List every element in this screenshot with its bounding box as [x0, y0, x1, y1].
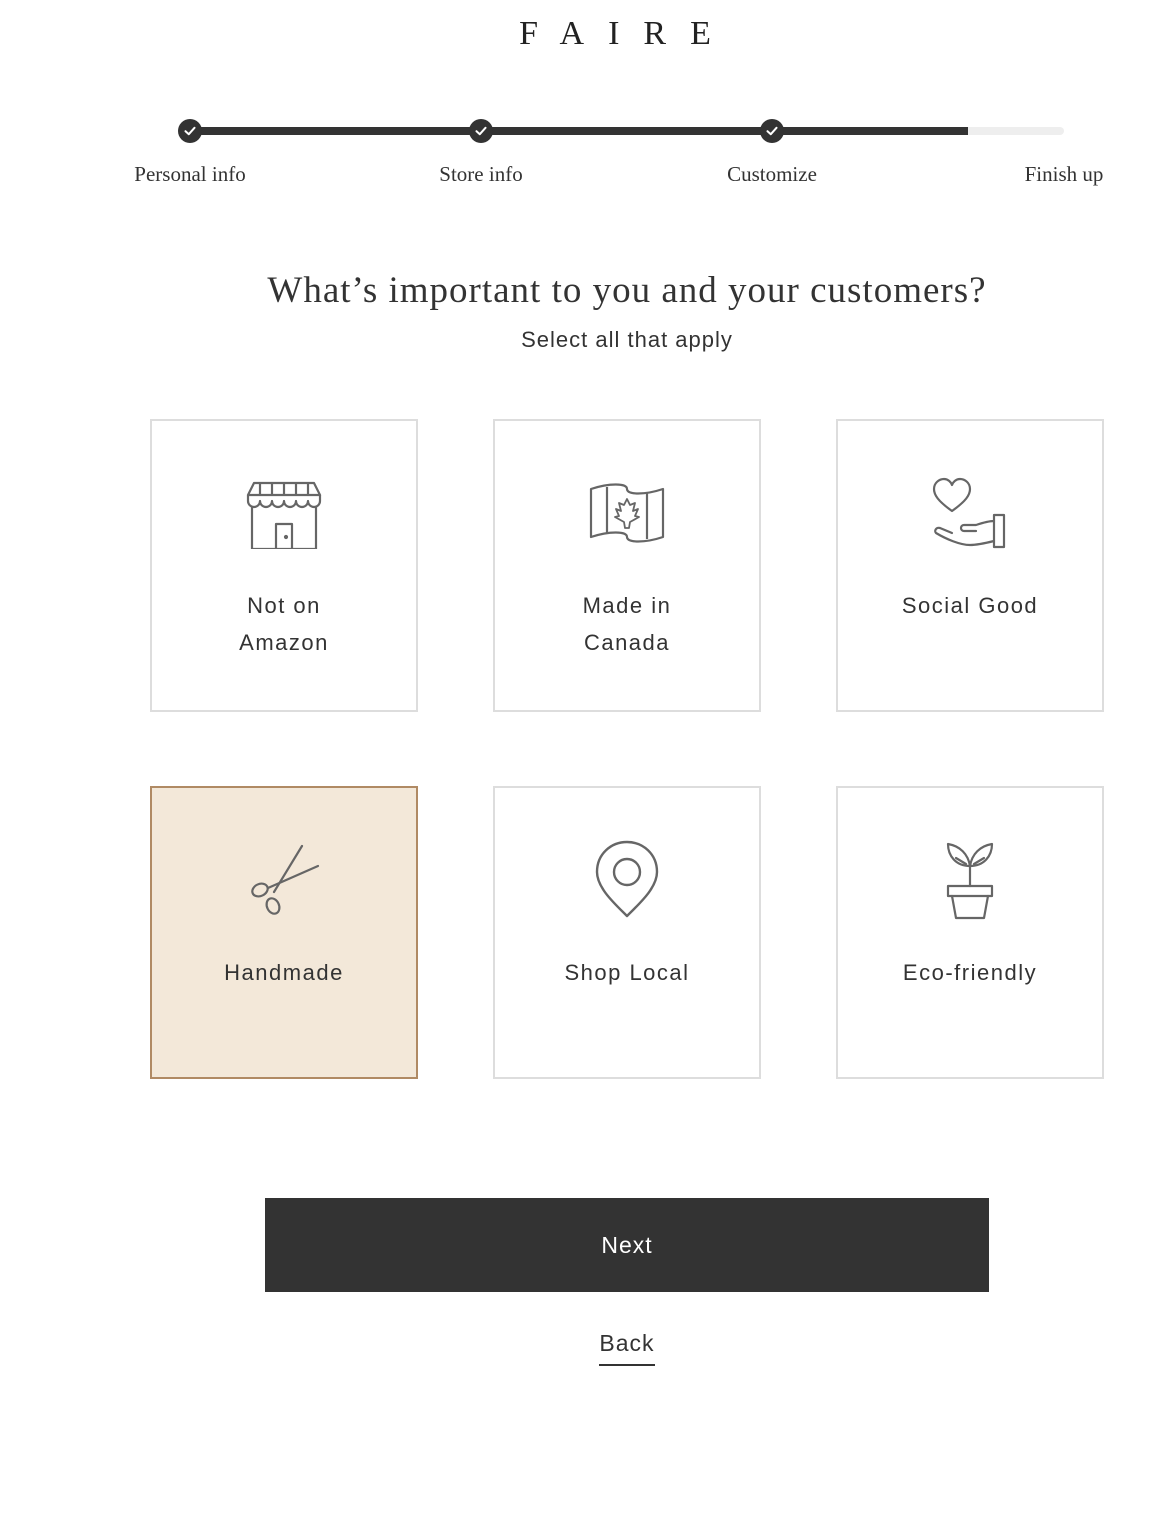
storefront-icon: [152, 473, 416, 553]
progress-track: [190, 127, 1064, 135]
next-button[interactable]: Next: [265, 1198, 989, 1292]
page-subtitle: Select all that apply: [521, 327, 733, 352]
progress-track-fill: [190, 127, 968, 135]
step-label-personal-info: Personal info: [134, 162, 246, 186]
option-label: Handmade: [224, 960, 344, 985]
step-customize-check-icon: [760, 119, 784, 143]
step-personal-info-check-icon: [178, 119, 202, 143]
options-grid: Not on Amazon Made in Canada Social Good…: [150, 419, 1105, 1079]
scissors-icon: [152, 840, 416, 920]
option-label: Shop Local: [564, 960, 690, 985]
option-card-not-on-amazon[interactable]: Not on Amazon: [150, 419, 418, 712]
map-pin-icon: [495, 840, 759, 920]
option-label: Not on Amazon: [239, 593, 329, 655]
plant-icon: [838, 840, 1102, 920]
step-label-customize: Customize: [727, 162, 817, 186]
canada-flag-icon: [495, 473, 759, 553]
option-card-eco-friendly[interactable]: Eco-friendly: [836, 786, 1104, 1079]
option-label: Made in Canada: [582, 593, 672, 655]
option-card-shop-local[interactable]: Shop Local: [493, 786, 761, 1079]
faire-logo: FAIRE: [519, 15, 735, 52]
option-card-made-in-canada[interactable]: Made in Canada: [493, 419, 761, 712]
option-card-handmade[interactable]: Handmade: [150, 786, 418, 1079]
step-store-info-check-icon: [469, 119, 493, 143]
option-label: Eco-friendly: [902, 960, 1038, 985]
option-card-social-good[interactable]: Social Good: [836, 419, 1104, 712]
back-link-row: Back: [0, 1326, 1152, 1366]
heart-hand-icon: [838, 473, 1102, 553]
option-label: Social Good: [901, 593, 1039, 618]
page-title: What’s important to you and your custome…: [267, 270, 987, 311]
step-label-finish-up: Finish up: [1024, 162, 1104, 186]
step-label-store-info: Store info: [439, 162, 523, 186]
back-link[interactable]: Back: [599, 1326, 655, 1366]
